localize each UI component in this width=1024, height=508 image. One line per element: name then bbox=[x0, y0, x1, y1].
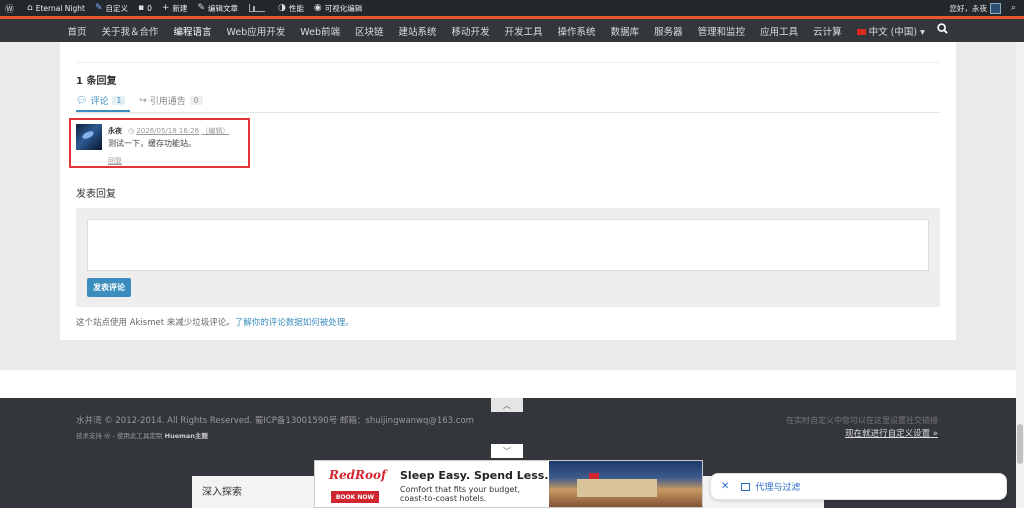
tab-pingbacks[interactable]: ↪ 引用通告 0 bbox=[139, 94, 208, 107]
brush-icon: ✎ bbox=[94, 3, 103, 13]
comment-icon: ▪ bbox=[138, 3, 145, 13]
plus-icon: + bbox=[161, 3, 170, 13]
nav-item-web-frontend[interactable]: Web前端 bbox=[293, 24, 348, 38]
home-icon: ⌂ bbox=[27, 3, 33, 13]
ad-line: Comfort that fits your budget, bbox=[400, 485, 521, 494]
advertisement-banner[interactable]: RedRoof BOOK NOW Sleep Easy. Spend Less.… bbox=[314, 460, 703, 508]
admin-site-name[interactable]: ⌂ Eternal Night bbox=[22, 0, 90, 16]
comments-area: 1 条回复 💬︎ 评论 1 ↪ 引用通告 0 永夜 ◷ 2026/05/18 1… bbox=[60, 42, 956, 340]
comment-textarea[interactable] bbox=[87, 219, 929, 271]
theme-link[interactable]: Hueman主题 bbox=[165, 432, 208, 440]
share-arrow-icon: ↪ bbox=[139, 95, 147, 106]
chevron-down-icon: ▾ bbox=[920, 26, 925, 38]
tab-comments[interactable]: 💬︎ 评论 1 bbox=[76, 94, 131, 107]
proxy-filter-panel: ✕ 代理与过滤 bbox=[710, 473, 1007, 500]
nav-item-apps[interactable]: 应用工具 bbox=[753, 24, 806, 38]
expand-footer-button[interactable]: ﹀ bbox=[491, 444, 523, 458]
ad-line: coast-to-coast hotels. bbox=[400, 494, 487, 503]
comment-highlight-box bbox=[69, 118, 250, 168]
divider bbox=[76, 112, 940, 113]
scrollbar-thumb[interactable] bbox=[1017, 424, 1023, 464]
chevron-down-icon: ﹀ bbox=[503, 446, 511, 456]
nav-item-programming[interactable]: 编程语言 bbox=[166, 24, 219, 38]
customize-now-link[interactable]: 现在就进行自定义设置 » bbox=[845, 427, 938, 439]
admin-account[interactable]: 您好，永夜 bbox=[944, 0, 1006, 16]
admin-visual-edit[interactable]: ◉ 可视化编辑 bbox=[309, 0, 367, 16]
divider bbox=[76, 62, 940, 63]
admin-customize[interactable]: ✎ 自定义 bbox=[90, 0, 133, 16]
pingbacks-count-badge: 0 bbox=[189, 96, 203, 105]
eye-icon: ◉ bbox=[313, 3, 322, 13]
search-icon[interactable] bbox=[937, 23, 948, 37]
page-gap bbox=[0, 370, 1024, 398]
hotel-photo bbox=[549, 461, 702, 507]
back-to-top-button[interactable]: ︿ bbox=[491, 398, 523, 412]
page-scrollbar[interactable] bbox=[1016, 42, 1024, 508]
nav-item-cms[interactable]: 建站系统 bbox=[391, 24, 444, 38]
nav-item-home[interactable]: 首页 bbox=[60, 24, 94, 38]
admin-new[interactable]: + 新建 bbox=[157, 0, 193, 16]
admin-comments[interactable]: ▪ 0 bbox=[133, 0, 157, 16]
proxy-filter-label[interactable]: 代理与过滤 bbox=[755, 480, 800, 493]
nav-item-blockchain[interactable]: 区块链 bbox=[347, 24, 391, 38]
nav-item-monitoring[interactable]: 管理和监控 bbox=[690, 24, 753, 38]
gauge-icon: ◑ bbox=[277, 3, 286, 13]
nav-item-mobile[interactable]: 移动开发 bbox=[444, 24, 497, 38]
akismet-notice: 这个站点使用 Akismet 来减少垃圾评论。了解你的评论数据如何被处理。 bbox=[76, 318, 354, 328]
submit-comment-button[interactable]: 发表评论 bbox=[87, 278, 131, 297]
pencil-icon: ✎ bbox=[197, 3, 205, 13]
copyright-text: 水井湾 © 2012-2014. All Rights Reserved. 蜀I… bbox=[76, 416, 474, 426]
comment-tabs: 💬︎ 评论 1 ↪ 引用通告 0 bbox=[76, 94, 217, 107]
reply-count: 1 条回复 bbox=[76, 76, 117, 87]
language-switcher[interactable]: 中文 (中国) ▾ bbox=[849, 24, 932, 38]
nav-item-dev-tools[interactable]: 开发工具 bbox=[497, 24, 550, 38]
admin-search-icon[interactable]: ⌕ bbox=[1006, 0, 1024, 16]
chevron-up-icon: ︿ bbox=[503, 400, 511, 410]
nav-item-cloud[interactable]: 云计算 bbox=[806, 24, 850, 38]
powered-by: 技术支持 Ⓦ - 使用此工具定制 Hueman主题 bbox=[76, 432, 208, 440]
admin-edit-post[interactable]: ✎ 编辑文章 bbox=[192, 0, 243, 16]
window-icon bbox=[741, 482, 751, 491]
china-flag-icon bbox=[856, 29, 866, 35]
akismet-privacy-link[interactable]: 了解你的评论数据如何被处理。 bbox=[235, 318, 354, 328]
stats-sparkline-icon[interactable] bbox=[248, 4, 265, 12]
social-hint: 在实时自定义中您可以在这里设置社交链接 bbox=[786, 416, 938, 425]
comments-count-badge: 1 bbox=[112, 96, 126, 105]
nav-item-web-app[interactable]: Web应用开发 bbox=[219, 24, 293, 38]
admin-performance[interactable]: ◑ 性能 bbox=[273, 0, 309, 16]
close-icon[interactable]: ✕ bbox=[721, 481, 729, 492]
nav-item-os[interactable]: 操作系统 bbox=[550, 24, 603, 38]
redroof-logo: RedRoof bbox=[329, 468, 387, 482]
comments-icon: 💬︎ bbox=[76, 95, 88, 106]
explore-title: 深入探索 bbox=[202, 487, 242, 498]
nav-item-server[interactable]: 服务器 bbox=[647, 24, 691, 38]
nav-item-database[interactable]: 数据库 bbox=[603, 24, 647, 38]
main-nav: 首页 关于我＆合作 编程语言 Web应用开发 Web前端 区块链 建站系统 移动… bbox=[0, 19, 1024, 42]
wordpress-logo-icon[interactable]: Ⓦ bbox=[0, 0, 22, 16]
nav-item-about[interactable]: 关于我＆合作 bbox=[94, 24, 166, 38]
ad-headline: Sleep Easy. Spend Less.® bbox=[400, 469, 560, 482]
book-now-button[interactable]: BOOK NOW bbox=[331, 491, 379, 503]
leave-reply-title: 发表回复 bbox=[76, 189, 116, 200]
comment-form: 发表评论 bbox=[76, 208, 940, 307]
admin-avatar bbox=[989, 2, 1001, 14]
admin-bar: Ⓦ ⌂ Eternal Night ✎ 自定义 ▪ 0 + 新建 ✎ 编辑文章 ◑ 性能 ◉… bbox=[0, 0, 1024, 16]
